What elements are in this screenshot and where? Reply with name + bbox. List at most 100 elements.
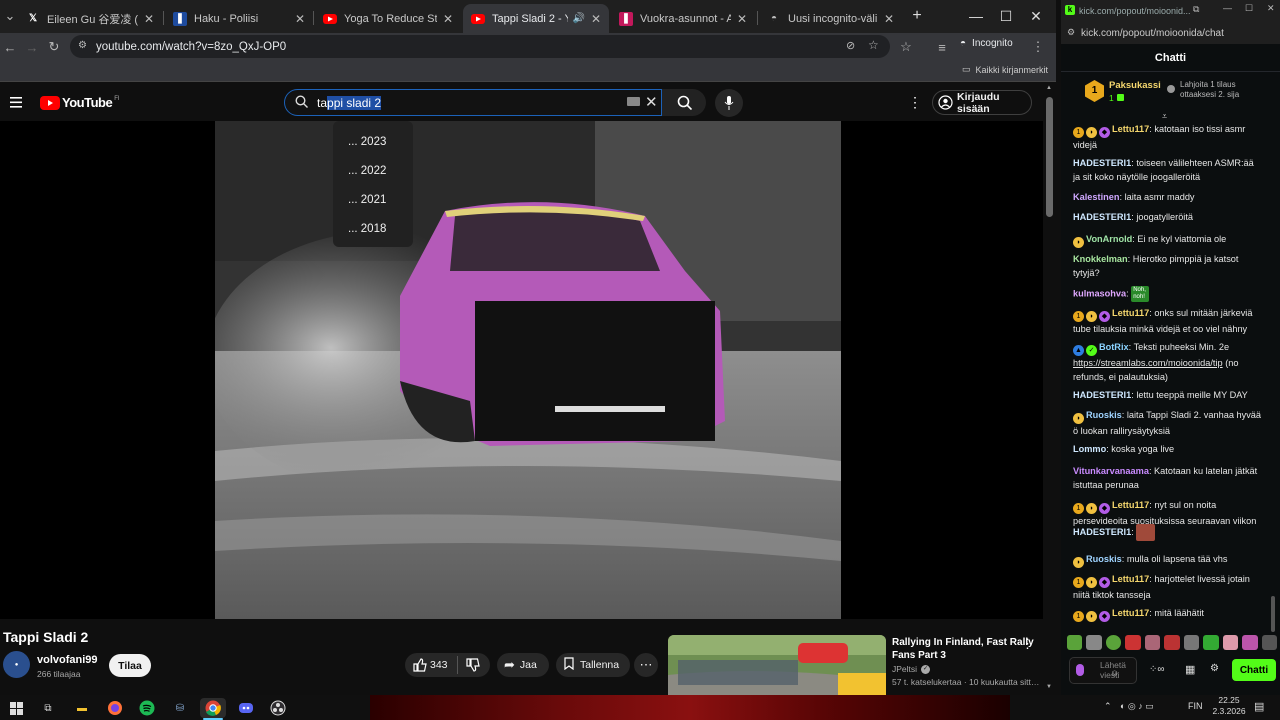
suggestion-item[interactable]: ... 2021 xyxy=(333,185,413,214)
emote-icon[interactable] xyxy=(1067,634,1083,650)
maximize-button[interactable]: ☐ xyxy=(1245,3,1253,14)
tray-chevron-icon[interactable]: ⌃ xyxy=(1104,701,1112,712)
clock[interactable]: 22.25 2.3.2026 xyxy=(1210,695,1248,717)
emote-icon[interactable] xyxy=(1125,634,1141,650)
channel-avatar[interactable]: ● xyxy=(3,651,30,678)
close-tab-icon[interactable]: ✕ xyxy=(884,12,894,26)
tab-x[interactable]: 𝕏 Eileen Gu 谷爱凌 (@GoEileen) ✕ xyxy=(18,4,162,33)
more-actions-button[interactable]: ⋯ xyxy=(634,653,658,677)
page-action-icon[interactable]: ⧉ xyxy=(1193,4,1199,15)
emote-icon[interactable] xyxy=(1222,634,1239,650)
discord-icon[interactable] xyxy=(236,698,256,718)
settings-kebab-icon[interactable]: ⋮ xyxy=(908,94,922,111)
search-input[interactable]: ta ppi sladi 2 ✕ xyxy=(284,89,662,116)
chrome-icon[interactable] xyxy=(200,698,226,718)
task-view-icon[interactable]: ⧉ xyxy=(38,698,58,718)
chat-username[interactable]: Kalestinen xyxy=(1073,192,1119,202)
emoji-icon[interactable]: ☺ xyxy=(1110,668,1119,678)
share-button[interactable]: ➦ Jaa xyxy=(497,653,549,677)
tab-incognito[interactable]: ◓ Uusi incognito-välilehti ✕ xyxy=(759,4,902,33)
kick-address-bar[interactable]: ⚙ kick.com/popout/moioonida/chat xyxy=(1061,22,1280,44)
settings-gear-icon[interactable]: ⚙ xyxy=(1210,663,1219,674)
chat-username[interactable]: Lettu117 xyxy=(1112,124,1149,134)
chat-username[interactable]: Ruoskis xyxy=(1086,554,1122,564)
page-scrollbar[interactable]: ▲ ▼ xyxy=(1043,83,1056,695)
obs-icon[interactable] xyxy=(268,698,288,718)
video-player[interactable] xyxy=(0,121,1044,619)
chat-username[interactable]: Ruoskis xyxy=(1086,410,1122,420)
voice-search-button[interactable] xyxy=(715,89,743,117)
close-tab-icon[interactable]: ✕ xyxy=(737,12,747,26)
hamburger-menu-icon[interactable] xyxy=(10,95,22,113)
emote-icon[interactable] xyxy=(1203,634,1219,650)
file-explorer-icon[interactable]: ▬ xyxy=(72,698,92,718)
chat-username[interactable]: HADESTERI1 xyxy=(1073,527,1131,537)
sign-in-button[interactable]: Kirjaudu sisään xyxy=(932,90,1032,115)
bookmark-star-icon[interactable]: ☆ xyxy=(868,38,879,52)
language-indicator[interactable]: FIN xyxy=(1188,701,1203,711)
chat-username[interactable]: HADESTERI1 xyxy=(1073,390,1131,400)
incognito-indicator[interactable]: ◓ Incognito xyxy=(960,38,1013,49)
minimize-button[interactable]: — xyxy=(961,4,991,28)
recommended-menu-icon[interactable]: ⋮ xyxy=(1021,636,1034,652)
emote-icon[interactable] xyxy=(1242,634,1258,650)
site-info-icon[interactable]: ⚙ xyxy=(78,40,87,51)
scrollbar-thumb[interactable] xyxy=(1046,97,1053,217)
close-tab-icon[interactable]: ✕ xyxy=(144,12,154,26)
subscribe-button[interactable]: Tilaa xyxy=(109,654,151,677)
chat-username[interactable]: Lettu117 xyxy=(1112,500,1149,510)
close-tab-icon[interactable]: ✕ xyxy=(443,12,453,26)
maximize-button[interactable]: ☐ xyxy=(991,4,1021,28)
scrollbar-thumb[interactable] xyxy=(1271,596,1275,632)
recommended-title[interactable]: Rallying In Finland, Fast Rally Fans Par… xyxy=(892,636,1034,662)
firefox-icon[interactable] xyxy=(105,698,125,718)
emote-icon[interactable] xyxy=(1164,634,1180,650)
new-tab-button[interactable]: + xyxy=(902,4,932,28)
youtube-logo[interactable]: YouTube FI xyxy=(40,95,120,110)
chat-username[interactable]: Vitunkarvanaama xyxy=(1073,466,1149,476)
tray-icons[interactable]: ◐ ◎ ♪ ▭ xyxy=(1120,701,1154,712)
tab-yoga[interactable]: Yoga To Reduce Stress | 30 Min ✕ xyxy=(315,4,461,33)
suggestion-item[interactable]: ... 2022 xyxy=(333,156,413,185)
chat-username[interactable]: Knokkelman xyxy=(1073,254,1128,264)
chat-link[interactable]: https://streamlabs.com/moioonida/tip xyxy=(1073,358,1223,368)
clear-search-icon[interactable]: ✕ xyxy=(645,93,658,111)
recommended-thumbnail[interactable] xyxy=(668,635,886,695)
eye-off-icon[interactable]: ⊘ xyxy=(846,39,855,52)
forward-icon[interactable]: → xyxy=(22,37,42,57)
emote-icon[interactable] xyxy=(1105,634,1122,650)
suggestion-item[interactable]: ... 2023 xyxy=(333,127,413,156)
audio-playing-icon[interactable]: 🔊 xyxy=(572,13,584,24)
recommended-channel[interactable]: JPeltsi ✓ xyxy=(892,664,931,674)
tab-tappi-sladi[interactable]: Tappi Sladi 2 - YouTube 🔊 ✕ xyxy=(463,4,609,33)
address-bar[interactable]: ⚙ youtube.com/watch?v=8zo_QxJ-OP0 ⊘ ☆ xyxy=(70,35,890,58)
tab-poliisi[interactable]: ❚ Haku - Poliisi ✕ xyxy=(165,4,313,33)
chat-username[interactable]: BotRix xyxy=(1099,342,1129,352)
site-info-icon[interactable]: ⚙ xyxy=(1067,27,1075,38)
users-icon[interactable]: ⁘∞ xyxy=(1149,664,1165,675)
close-window-button[interactable]: ✕ xyxy=(1267,3,1275,14)
send-chat-button[interactable]: Chatti xyxy=(1232,659,1276,681)
reload-icon[interactable]: ↻ xyxy=(44,37,64,57)
close-window-button[interactable]: ✕ xyxy=(1021,4,1051,28)
chat-username[interactable]: HADESTERI1 xyxy=(1073,212,1131,222)
close-tab-icon[interactable]: ✕ xyxy=(295,12,305,26)
channel-name[interactable]: volvofani99 xyxy=(37,654,98,666)
like-button[interactable] xyxy=(413,658,427,675)
chat-username[interactable]: VonArnold xyxy=(1086,234,1132,244)
emote-icon[interactable] xyxy=(1086,634,1102,650)
notification-icon[interactable]: ▤ xyxy=(1254,700,1264,713)
top-gifter-card[interactable]: 1 Paksukassi 1 Lahjoita 1 tilaus ottaaks… xyxy=(1061,72,1280,112)
back-icon[interactable]: ← xyxy=(0,37,20,57)
emote-icon[interactable] xyxy=(1183,634,1200,650)
video-frame[interactable] xyxy=(215,121,841,619)
steam-icon[interactable]: ⛁ xyxy=(170,698,190,718)
store-icon[interactable]: ▦ xyxy=(1185,663,1195,676)
tab-search-icon[interactable]: ⌄ xyxy=(0,6,20,26)
windows-start-icon[interactable] xyxy=(6,698,26,718)
all-bookmarks-button[interactable]: ▭ Kaikki kirjanmerkit xyxy=(962,64,1048,75)
menu-kebab-icon[interactable]: ⋮ xyxy=(1028,37,1048,57)
bookmarks-icon[interactable]: ☆ xyxy=(896,37,916,57)
emote-icon[interactable] xyxy=(1144,634,1161,650)
save-button[interactable]: Tallenna xyxy=(556,653,630,677)
